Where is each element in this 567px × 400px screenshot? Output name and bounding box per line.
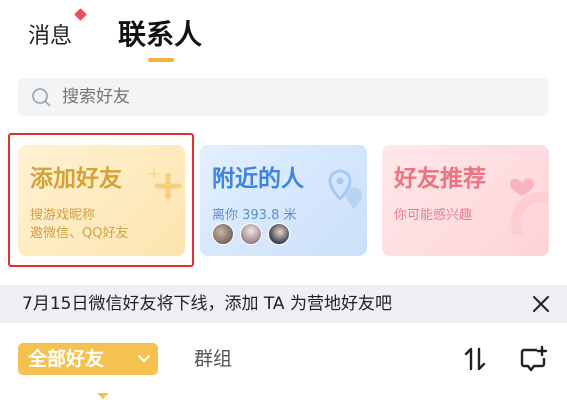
top-tab-bar: 消息 联系人 [0, 0, 567, 70]
active-tab-indicator [148, 58, 174, 62]
search-input[interactable] [62, 78, 522, 116]
avatar [240, 223, 262, 245]
search-bar[interactable] [18, 78, 549, 116]
tab-messages[interactable]: 消息 [28, 18, 72, 50]
filter-row: 全部好友 群组 [0, 323, 567, 400]
friend-filter-dropdown[interactable]: 全部好友 [18, 343, 158, 399]
notice-text: 7月15日微信好友将下线，添加 TA 为营地好友吧 [22, 294, 392, 314]
notice-bar: 7月15日微信好友将下线，添加 TA 为营地好友吧 [0, 285, 567, 323]
tab-contacts[interactable]: 联系人 [118, 13, 202, 53]
unread-badge [74, 8, 87, 21]
card-title: 附近的人 [212, 166, 304, 192]
heart-icon [510, 178, 548, 235]
avatar [212, 223, 234, 245]
avatar [268, 223, 290, 245]
card-title: 好友推荐 [394, 166, 486, 192]
highlight-box [8, 133, 194, 267]
location-pin-icon [328, 169, 362, 209]
card-subtitle: 你可能感兴趣 [394, 208, 473, 223]
card-subtitle: 离你 393.8 米 [212, 208, 297, 223]
filter-label: 全部好友 [28, 348, 105, 370]
add-chat-icon[interactable] [520, 345, 548, 373]
sort-icon[interactable] [463, 345, 487, 373]
pill-pointer [97, 393, 109, 399]
search-icon [32, 88, 51, 107]
recommended-friends-card[interactable]: 好友推荐 你可能感兴趣 [382, 145, 549, 256]
tab-groups[interactable]: 群组 [194, 343, 232, 375]
close-icon[interactable] [532, 295, 550, 313]
chevron-down-icon [138, 355, 150, 362]
nearby-people-card[interactable]: 附近的人 离你 393.8 米 [200, 145, 367, 256]
